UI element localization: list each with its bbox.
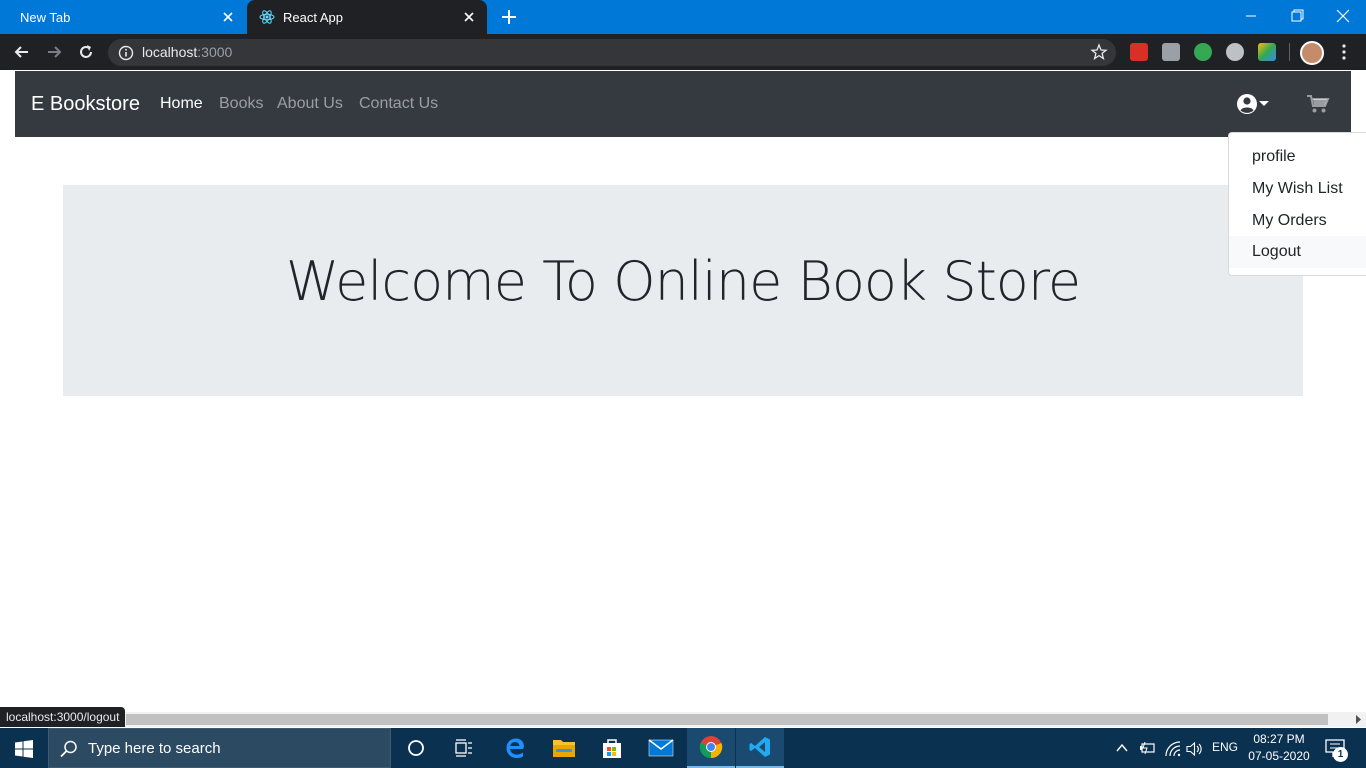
edge-icon [506, 738, 524, 758]
tray-chevron-up-icon[interactable] [1115, 742, 1129, 754]
edge-app[interactable] [491, 728, 539, 768]
windows-start-icon[interactable] [15, 740, 33, 758]
cart-icon[interactable] [1306, 94, 1330, 114]
close-icon[interactable] [461, 9, 477, 25]
file-explorer-app[interactable] [540, 728, 588, 768]
clock-date: 07-05-2020 [1248, 749, 1310, 763]
tab-new-tab[interactable]: New Tab [0, 0, 246, 34]
restore-icon[interactable] [1282, 4, 1312, 28]
search-icon [60, 740, 77, 758]
minimize-icon[interactable] [1236, 4, 1266, 28]
scrollbar-thumb[interactable] [126, 714, 1328, 725]
menu-item-orders[interactable]: My Orders [1229, 205, 1366, 237]
task-view-button[interactable] [440, 728, 488, 768]
back-arrow-icon[interactable] [12, 42, 32, 62]
menu-item-profile[interactable]: profile [1229, 141, 1366, 173]
new-tab-plus-icon[interactable] [499, 7, 519, 27]
nav-link-home[interactable]: Home [160, 95, 203, 113]
address-bar[interactable] [108, 39, 1116, 66]
menu-item-logout[interactable]: Logout [1229, 236, 1366, 268]
mail-icon [648, 739, 674, 757]
reload-icon[interactable] [76, 42, 96, 62]
store-app[interactable] [588, 728, 636, 768]
vscode-app[interactable] [736, 728, 784, 768]
tab-label: React App [283, 9, 343, 25]
taskbar-clock[interactable]: 08:27 PM 07-05-2020 [1245, 731, 1313, 765]
chrome-app[interactable] [687, 728, 735, 768]
url-host: localhost [142, 44, 198, 60]
forward-arrow-icon[interactable] [44, 42, 64, 62]
tab-label: New Tab [20, 9, 71, 25]
extension-icon[interactable] [1226, 43, 1244, 61]
vscode-icon [749, 737, 770, 757]
close-icon[interactable] [220, 9, 236, 25]
store-bag-icon [603, 739, 621, 758]
clock-time: 08:27 PM [1253, 732, 1305, 746]
page-title: Welcome To Online Book Store [285, 250, 1081, 313]
nav-link-about[interactable]: About Us [277, 95, 343, 113]
wifi-icon[interactable] [1164, 741, 1182, 757]
battery-icon[interactable] [1138, 741, 1156, 755]
chrome-icon [699, 736, 723, 759]
navbar-brand[interactable]: E Bookstore [31, 93, 140, 116]
language-indicator[interactable]: ENG [1212, 740, 1238, 754]
tab-react-app[interactable]: React App [247, 0, 487, 34]
close-window-icon[interactable] [1328, 4, 1358, 28]
react-logo-icon [259, 10, 275, 24]
extension-icon[interactable] [1130, 43, 1148, 61]
url-text[interactable]: localhost:3000 [142, 44, 232, 60]
nav-link-books[interactable]: Books [219, 95, 263, 113]
toolbar-divider [1289, 43, 1290, 61]
extension-icon[interactable] [1258, 43, 1276, 61]
avatar[interactable] [1300, 41, 1324, 65]
nav-link-contact[interactable]: Contact Us [359, 95, 438, 113]
task-view-icon [455, 739, 472, 757]
scroll-right-arrow-icon[interactable] [1354, 714, 1362, 725]
user-circle-icon[interactable] [1236, 92, 1272, 116]
extension-icon[interactable] [1194, 43, 1212, 61]
mail-app[interactable] [637, 728, 685, 768]
menu-item-wishlist[interactable]: My Wish List [1229, 173, 1366, 205]
navbar [15, 71, 1351, 137]
kebab-menu-icon[interactable] [1336, 43, 1352, 61]
cortana-button[interactable] [392, 728, 440, 768]
info-icon[interactable] [118, 45, 134, 61]
folder-icon [553, 740, 575, 757]
cortana-circle-icon [408, 740, 424, 756]
bookmark-star-icon[interactable] [1090, 43, 1108, 61]
status-bar-url: localhost:3000/logout [0, 707, 126, 727]
extension-icon[interactable] [1162, 43, 1180, 61]
url-port: :3000 [197, 44, 233, 60]
notification-count-badge: 1 [1333, 747, 1348, 762]
search-placeholder[interactable]: Type here to search [88, 740, 221, 757]
volume-icon[interactable] [1186, 741, 1204, 757]
